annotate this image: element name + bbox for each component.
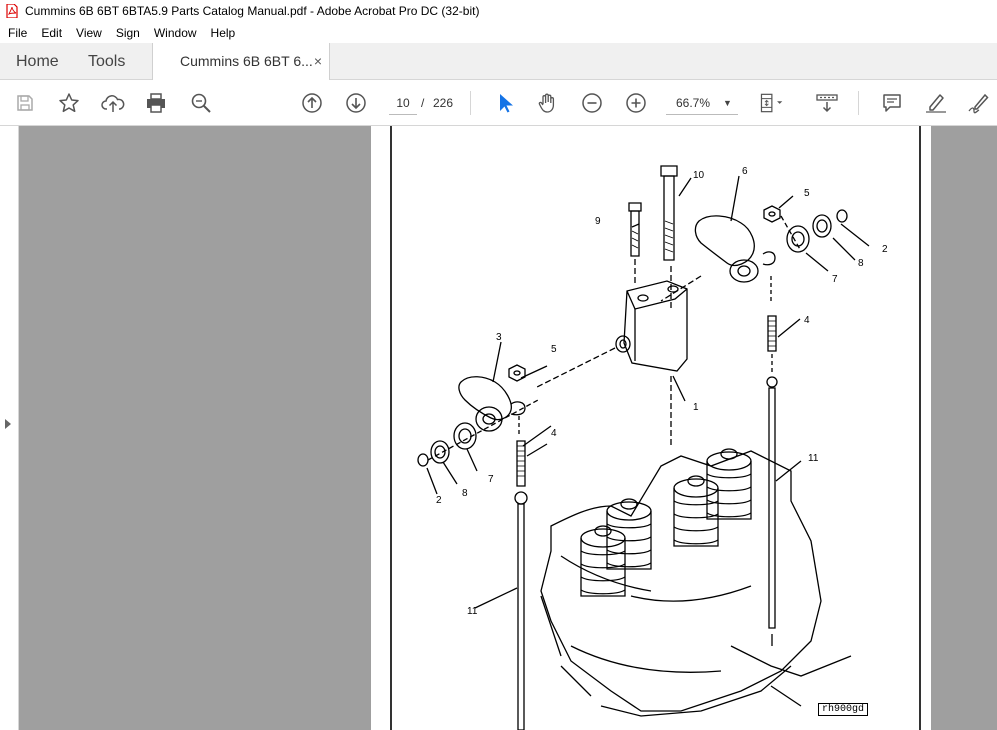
toolbar-divider (470, 91, 471, 115)
bookmark-star-icon[interactable] (56, 90, 82, 116)
menu-view[interactable]: View (70, 26, 108, 40)
next-page-icon[interactable] (343, 90, 369, 116)
window-title: Cummins 6B 6BT 6BTA5.9 Parts Catalog Man… (25, 4, 480, 18)
zoom-search-icon[interactable] (188, 90, 214, 116)
page-fit-icon[interactable] (758, 90, 784, 116)
zoom-level-select[interactable]: 66.7% ▼ (666, 92, 738, 115)
tab-tools[interactable]: Tools (88, 43, 125, 80)
menu-edit[interactable]: Edit (35, 26, 68, 40)
select-cursor-icon[interactable] (491, 90, 517, 116)
callout-label: 4 (804, 315, 810, 326)
callout-label: 6 (742, 166, 748, 177)
tab-document-label: Cummins 6B 6BT 6... (180, 53, 313, 69)
page-total: 226 (433, 96, 454, 110)
callout-label: 3 (496, 332, 502, 343)
callout-label: 4 (551, 428, 557, 439)
callout-label: 7 (488, 474, 494, 485)
document-viewer[interactable]: 10 6 9 5 2 8 7 4 3 5 1 4 7 8 2 11 11 rh9… (0, 126, 997, 730)
menu-help[interactable]: Help (205, 26, 242, 40)
tab-document[interactable]: Cummins 6B 6BT 6... × (152, 43, 330, 80)
toolbar-divider (858, 91, 859, 115)
callout-label: 8 (858, 258, 864, 269)
menu-window[interactable]: Window (148, 26, 203, 40)
chevron-down-icon: ▼ (723, 98, 732, 108)
menu-bar: File Edit View Sign Window Help (0, 22, 997, 43)
callout-label: 1 (693, 402, 699, 413)
print-icon[interactable] (143, 90, 169, 116)
tab-home[interactable]: Home (16, 43, 59, 80)
callout-label: 7 (832, 274, 838, 285)
callout-label: 8 (462, 488, 468, 499)
parts-exploded-diagram: 10 6 9 5 2 8 7 4 3 5 1 4 7 8 2 11 11 (390, 126, 921, 730)
previous-page-icon[interactable] (299, 90, 325, 116)
zoom-in-icon[interactable] (623, 90, 649, 116)
title-bar: Cummins 6B 6BT 6BTA5.9 Parts Catalog Man… (0, 0, 997, 22)
menu-file[interactable]: File (2, 26, 33, 40)
page-separator: / (421, 96, 425, 110)
expand-panel-icon[interactable] (5, 419, 11, 429)
callout-label: 9 (595, 216, 601, 227)
scroll-mode-icon[interactable] (814, 90, 840, 116)
save-icon[interactable] (12, 90, 38, 116)
callout-label: 2 (882, 244, 888, 255)
left-panel-toggle[interactable] (0, 126, 19, 730)
callout-label: 5 (551, 344, 557, 355)
callout-label: 11 (808, 453, 819, 464)
comment-icon[interactable] (879, 90, 905, 116)
tab-bar: Home Tools Cummins 6B 6BT 6... × (0, 43, 997, 80)
pdf-page: 10 6 9 5 2 8 7 4 3 5 1 4 7 8 2 11 11 rh9… (371, 126, 931, 730)
sign-pen-icon[interactable] (966, 90, 992, 116)
zoom-level-value: 66.7% (676, 96, 711, 110)
toolbar: 10 / 226 66.7% ▼ (0, 80, 997, 126)
page-number-input[interactable]: 10 (389, 92, 417, 115)
callout-label: 11 (467, 606, 478, 617)
hand-tool-icon[interactable] (535, 90, 561, 116)
callout-labels: 10 6 9 5 2 8 7 4 3 5 1 4 7 8 2 11 11 (436, 166, 888, 617)
figure-reference-label: rh900gd (818, 703, 869, 716)
acrobat-app-icon (5, 4, 19, 18)
menu-sign[interactable]: Sign (110, 26, 146, 40)
close-tab-icon[interactable]: × (314, 43, 322, 80)
highlight-pen-icon[interactable] (923, 90, 949, 116)
upload-cloud-icon[interactable] (100, 90, 126, 116)
zoom-out-icon[interactable] (579, 90, 605, 116)
callout-label: 2 (436, 495, 442, 506)
callout-label: 10 (693, 170, 705, 181)
callout-label: 5 (804, 188, 810, 199)
